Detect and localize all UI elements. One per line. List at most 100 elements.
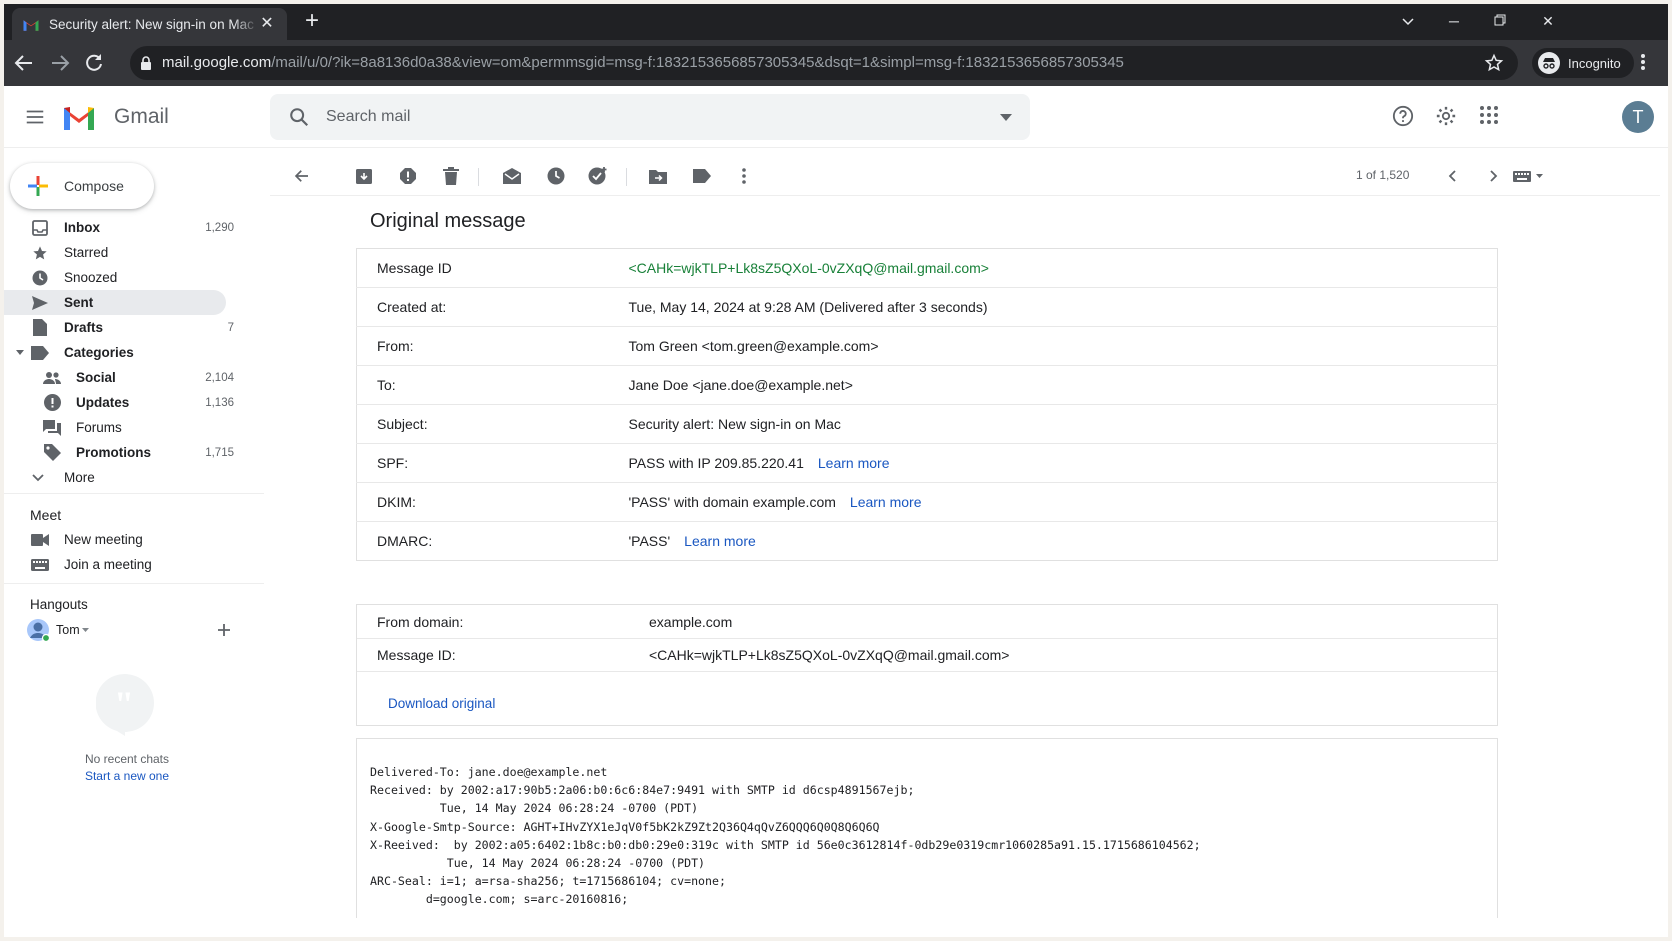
detail-key: Created at: [356,287,629,327]
sidebar-item-label: Social [76,370,116,385]
search-bar[interactable] [270,94,1030,140]
dkim-learn-more-link[interactable]: Learn more [850,494,922,510]
download-original-link[interactable]: Download original [388,696,495,711]
back-button[interactable] [12,51,36,75]
new-meeting-label: New meeting [64,532,143,547]
mark-unread-button[interactable] [500,164,524,188]
add-chat-plus-icon[interactable] [214,620,234,640]
detail-key: DKIM: [356,482,629,522]
join-meeting-label: Join a meeting [64,557,152,572]
sidebar-item-snoozed[interactable]: Snoozed [4,265,244,290]
back-to-list-button[interactable] [290,164,314,188]
gmail-logo-icon[interactable] [62,104,96,130]
star-icon [30,243,50,263]
lock-icon [141,56,151,70]
tab-search-chevron-icon[interactable] [1396,10,1420,32]
detail-key: Subject: [356,404,629,444]
older-button[interactable] [1482,164,1506,188]
reload-button[interactable] [82,51,106,75]
new-tab-button[interactable]: + [300,9,324,34]
bookmark-star-icon[interactable] [1484,53,1504,73]
move-to-folder-icon [649,169,667,184]
message-toolbar: 1 of 1,520 [270,156,1660,196]
sidebar-item-drafts[interactable]: Drafts 7 [4,315,244,340]
search-options-caret-icon[interactable] [1000,114,1012,121]
draft-icon [30,318,50,338]
omnibox[interactable]: mail.google.com/mail/u/0/?ik=8a8136d0a38… [130,46,1518,80]
sidebar-item-label: Forums [76,420,122,435]
user-caret-icon [80,620,90,640]
hangouts-section-title: Hangouts [30,597,88,612]
browser-menu-icon[interactable] [1640,52,1646,72]
main-menu-icon[interactable] [24,106,46,128]
detail-value: Tue, May 14, 2024 at 9:28 AM (Delivered … [628,287,1498,327]
label-icon [693,169,711,183]
join-meeting-button[interactable]: Join a meeting [4,552,244,577]
snooze-button[interactable] [544,164,568,188]
sidebar-item-starred[interactable]: Starred [4,240,244,265]
clock-icon [30,268,50,288]
send-icon [30,293,50,313]
from-domain-value: example.com [649,614,733,630]
compose-plus-icon [28,176,48,196]
account-avatar[interactable]: T [1622,101,1654,133]
add-to-tasks-button[interactable] [586,164,610,188]
detail-key: SPF: [356,443,629,483]
input-tools-button[interactable] [1510,164,1546,188]
help-icon[interactable] [1392,105,1414,127]
quote-bubble-icon: " [96,674,154,736]
detail-value: PASS with IP 209.85.220.41 Learn more [628,443,1498,483]
search-icon[interactable] [288,106,310,128]
raw-headers-text: Delivered-To: jane.doe@example.net Recei… [370,765,1201,907]
tab-close-icon[interactable]: ✕ [257,14,277,34]
forward-button[interactable] [48,51,72,75]
hangouts-user[interactable]: Tom [4,617,244,642]
delete-button[interactable] [439,164,463,188]
spf-learn-more-link[interactable]: Learn more [818,455,890,471]
report-spam-button[interactable] [396,164,420,188]
sidebar-item-sent[interactable]: Sent [4,290,226,315]
sidebar-item-social[interactable]: Social 2,104 [4,365,244,390]
incognito-indicator[interactable]: Incognito [1532,48,1634,78]
search-input[interactable] [326,94,926,140]
apps-grid-icon[interactable] [1479,105,1499,125]
browser-tab[interactable]: Security alert: New sign-in on Mac ✕ [12,8,287,40]
toolbar-divider [478,168,479,186]
close-window-button[interactable]: ✕ [1536,10,1560,32]
new-meeting-button[interactable]: New meeting [4,527,244,552]
labels-button[interactable] [690,164,714,188]
sidebar-item-label: Categories [64,345,134,360]
dmarc-value: 'PASS' [628,533,671,549]
newer-button[interactable] [1440,164,1464,188]
detail-value: 'PASS' Learn more [628,521,1498,561]
table-row: Message ID <CAHk=wjkTLP+Lk8sZ5QXoL-0vZXq… [357,249,1498,288]
more-actions-button[interactable] [732,164,756,188]
message-id-value: <CAHk=wjkTLP+Lk8sZ5QXoL-0vZXqQ@mail.gmai… [649,647,1010,663]
sidebar-item-forums[interactable]: Forums [4,415,244,440]
archive-icon [356,169,372,184]
from-domain-key: From domain: [377,614,464,630]
move-to-button[interactable] [646,164,670,188]
sidebar-item-count: 7 [227,321,234,334]
sidebar-item-inbox[interactable]: Inbox 1,290 [4,215,244,240]
chevron-down-icon [28,468,48,488]
sidebar-item-categories[interactable]: Categories [4,340,244,365]
compose-button[interactable]: Compose [10,163,154,209]
keyboard-icon [1513,171,1543,182]
sidebar-item-count: 1,715 [205,446,234,459]
sidebar-item-promotions[interactable]: Promotions 1,715 [4,440,244,465]
meet-section-title: Meet [30,507,62,523]
minimize-button[interactable]: ─ [1442,10,1466,32]
dmarc-learn-more-link[interactable]: Learn more [684,533,756,549]
dkim-value: 'PASS' with domain example.com [628,494,836,510]
detail-value: 'PASS' with domain example.com Learn more [628,482,1498,522]
table-row: DMARC: 'PASS' Learn more [356,521,1498,561]
start-new-chat-link[interactable]: Start a new one [4,769,250,783]
info-icon [42,393,62,413]
sidebar-item-updates[interactable]: Updates 1,136 [4,390,244,415]
settings-gear-icon[interactable] [1435,105,1457,127]
restore-button[interactable] [1488,10,1512,32]
sidebar-item-more[interactable]: More [4,465,244,490]
sidebar-item-label: More [64,470,95,485]
archive-button[interactable] [352,164,376,188]
